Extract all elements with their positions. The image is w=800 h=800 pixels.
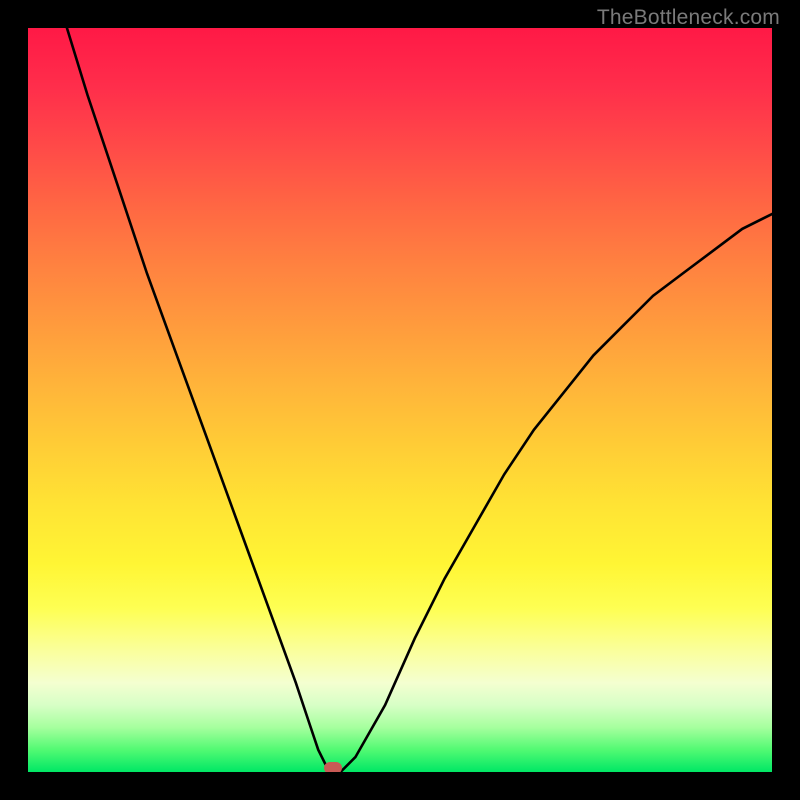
watermark-text: TheBottleneck.com: [597, 6, 780, 30]
bottleneck-curve: [28, 28, 772, 772]
chart-frame: [0, 0, 800, 800]
curve-layer: [28, 28, 772, 772]
plot-area: [28, 28, 772, 772]
optimal-marker: [324, 762, 342, 772]
